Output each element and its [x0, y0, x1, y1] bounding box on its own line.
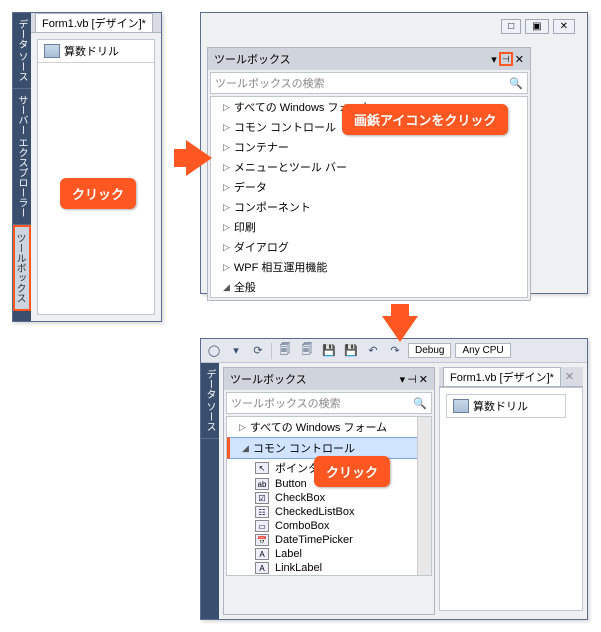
toolbox-title-3: ツールボックス — [230, 371, 307, 387]
form-titlebar: 算数ドリル — [38, 40, 154, 63]
toolbox-category[interactable]: ▷すべての Windows フォーム — [227, 417, 431, 437]
panel-step2: □ ▣ ✕ ツールボックス ▾ ⊣ ✕ ツールボックスの検索 🔍 ▷すべての W… — [200, 12, 588, 294]
designer-area: 算数ドリル — [37, 39, 155, 315]
panel-step3: ◯ ▾ ⟳ 🗐 🗐 💾 💾 ↶ ↷ Debug Any CPU データ ソース … — [200, 338, 588, 620]
toolbox-title: ツールボックス — [214, 51, 291, 67]
newfile-icon[interactable]: 🗐 — [276, 342, 294, 360]
document-tab-bar: Form1.vb [デザイン]* — [31, 13, 161, 33]
search-icon[interactable]: 🔍 — [413, 397, 427, 410]
toolbox-header-3: ツールボックス ▾ ⊣ ✕ — [224, 368, 434, 390]
callout-click-common: クリック — [314, 456, 390, 487]
toolbox-category[interactable]: ▷ダイアログ — [211, 237, 527, 257]
undo-icon[interactable]: ↶ — [364, 342, 382, 360]
toolbox-search-3[interactable]: ツールボックスの検索 🔍 — [226, 392, 432, 414]
close-icon[interactable]: ✕ — [515, 53, 524, 66]
tool-icon: ▭ — [255, 520, 269, 532]
callout-click-toolbox: クリック — [60, 178, 136, 209]
toolbox-category[interactable]: ◢全般 — [211, 277, 527, 297]
file-tab[interactable]: Form1.vb [デザイン]* — [35, 13, 153, 33]
tool-icon: ab — [255, 478, 269, 490]
dropdown-icon[interactable]: ▾ — [400, 373, 406, 386]
toolbox-category[interactable]: ▷コンポーネント — [211, 197, 527, 217]
scrollbar[interactable] — [417, 417, 431, 575]
toolbox-item[interactable]: ☷CheckedListBox — [227, 505, 431, 519]
panel-step1: データ ソース サーバー エクスプローラー ツールボックス Form1.vb [… — [12, 12, 162, 322]
window-buttons: □ ▣ ✕ — [497, 17, 579, 36]
toolbox-item[interactable]: ALabel — [227, 547, 431, 561]
vtab-data-source-3[interactable]: データ ソース — [201, 363, 219, 439]
toolbox-item[interactable]: ▭ComboBox — [227, 519, 431, 533]
dropdown-icon[interactable]: ▾ — [491, 53, 497, 66]
open-icon[interactable]: 🗐 — [298, 342, 316, 360]
form-title-3: 算数ドリル — [473, 398, 528, 414]
winbtn-max[interactable]: □ — [501, 19, 521, 34]
toolbox-search[interactable]: ツールボックスの検索 🔍 — [210, 72, 528, 94]
redo-icon[interactable]: ↷ — [386, 342, 404, 360]
main-toolbar: ◯ ▾ ⟳ 🗐 🗐 💾 💾 ↶ ↷ Debug Any CPU — [201, 339, 587, 363]
tool-icon: A — [255, 562, 269, 574]
search-placeholder: ツールボックスの検索 — [215, 75, 325, 91]
toolbox-categories-3: ▷すべての Windows フォーム◢コモン コントロール↖ポインターabBut… — [226, 416, 432, 576]
toolbox-category[interactable]: ▷メニューとツール バー — [211, 157, 527, 177]
nav-drop-icon[interactable]: ▾ — [227, 342, 245, 360]
callout-pin: 画鋲アイコンをクリック — [342, 104, 508, 135]
arrow-down — [382, 316, 418, 342]
tool-icon: ☑ — [255, 492, 269, 504]
vtab-server-explorer[interactable]: サーバー エクスプローラー — [13, 89, 31, 225]
saveall-icon[interactable]: 💾 — [342, 342, 360, 360]
search-icon[interactable]: 🔍 — [509, 77, 523, 90]
close-icon[interactable]: ✕ — [419, 373, 428, 386]
nav-refresh-icon[interactable]: ⟳ — [249, 342, 267, 360]
toolbox-category[interactable]: ▷WPF 相互運用機能 — [211, 257, 527, 277]
toolbox-item[interactable]: ALinkLabel — [227, 561, 431, 575]
toolbox-item[interactable]: ☑CheckBox — [227, 491, 431, 505]
tool-icon: 📅 — [255, 534, 269, 546]
toolbox-category[interactable]: ▷コンテナー — [211, 137, 527, 157]
toolbox-item[interactable]: 📅DateTimePicker — [227, 533, 431, 547]
search-placeholder: ツールボックスの検索 — [231, 395, 341, 411]
form-icon — [44, 44, 60, 58]
pin-icon[interactable]: ⊣ — [499, 52, 513, 66]
form-icon — [453, 399, 469, 413]
pin-icon[interactable]: ⊣ — [407, 373, 417, 386]
tool-icon: A — [255, 548, 269, 560]
file-tab-3[interactable]: Form1.vb [デザイン]* — [443, 367, 561, 387]
tool-icon: ↖ — [255, 462, 269, 474]
toolbox-category[interactable]: ▷データ — [211, 177, 527, 197]
form-title: 算数ドリル — [64, 43, 119, 59]
save-icon[interactable]: 💾 — [320, 342, 338, 360]
winbtn-close[interactable]: ✕ — [553, 19, 575, 34]
config-combo[interactable]: Debug — [408, 343, 451, 358]
platform-combo[interactable]: Any CPU — [455, 343, 510, 358]
tab-close-icon[interactable]: ✕ — [565, 370, 574, 383]
arrow-right — [186, 140, 212, 176]
nav-back-icon[interactable]: ◯ — [205, 342, 223, 360]
toolbox-category[interactable]: ▷印刷 — [211, 217, 527, 237]
tool-icon: ☷ — [255, 506, 269, 518]
winbtn-restore[interactable]: ▣ — [525, 19, 548, 34]
vtab-toolbox[interactable]: ツールボックス — [13, 225, 31, 311]
vtab-data-source[interactable]: データ ソース — [13, 13, 31, 89]
sidebar-tabs: データ ソース サーバー エクスプローラー ツールボックス — [13, 13, 31, 321]
toolbox-header: ツールボックス ▾ ⊣ ✕ — [208, 48, 530, 70]
